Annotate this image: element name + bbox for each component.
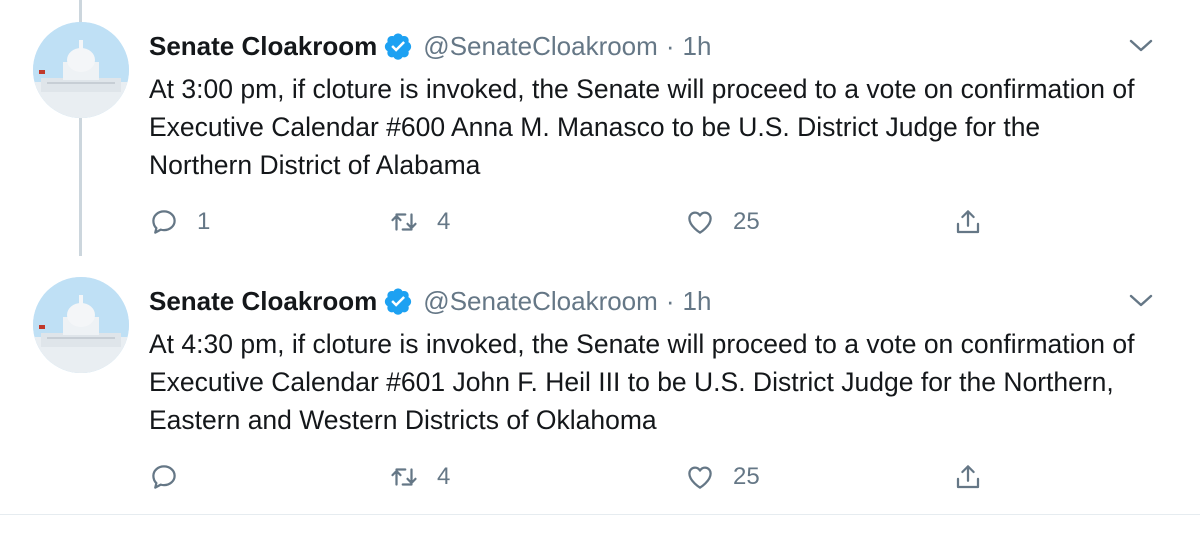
retweet-icon — [391, 468, 417, 486]
tweet-text: At 3:00 pm, if cloture is invoked, the S… — [149, 74, 1135, 180]
heart-icon — [688, 466, 712, 489]
user-handle[interactable]: @SenateCloakroom — [423, 31, 658, 62]
divider — [0, 514, 1200, 515]
like-button[interactable]: 25 — [685, 457, 760, 497]
tweet-header: Senate Cloakroom @SenateCloakroom · 1h — [149, 281, 711, 321]
retweet-button[interactable]: 4 — [389, 457, 450, 497]
like-count: 25 — [733, 463, 760, 490]
capitol-building-image — [33, 22, 129, 118]
tweet-actions: 1 4 25 — [149, 202, 1049, 242]
reply-icon — [152, 210, 176, 234]
like-count: 25 — [733, 208, 760, 235]
retweet-count: 4 — [437, 208, 451, 235]
reply-button[interactable]: 1 — [149, 202, 210, 242]
reply-count: 1 — [197, 208, 211, 235]
capitol-building-image — [33, 277, 129, 373]
share-button[interactable] — [953, 457, 983, 497]
share-button[interactable] — [953, 202, 983, 242]
tweet-header: Senate Cloakroom @SenateCloakroom · 1h — [149, 26, 711, 66]
verified-badge-icon — [383, 286, 413, 316]
retweet-count: 4 — [437, 463, 451, 490]
reply-icon — [152, 465, 176, 489]
tweet-text: At 4:30 pm, if cloture is invoked, the S… — [149, 329, 1135, 435]
retweet-icon — [391, 213, 417, 231]
avatar[interactable] — [33, 22, 129, 118]
display-name[interactable]: Senate Cloakroom — [149, 286, 377, 317]
share-icon — [956, 465, 980, 489]
like-button[interactable]: 25 — [685, 202, 760, 242]
user-handle[interactable]: @SenateCloakroom — [423, 286, 658, 317]
reply-button[interactable] — [149, 457, 197, 497]
timestamp[interactable]: 1h — [682, 286, 711, 317]
separator-dot: · — [665, 30, 675, 61]
tweet-actions: 4 25 — [149, 457, 1049, 497]
avatar[interactable] — [33, 277, 129, 373]
separator-dot: · — [665, 285, 675, 316]
share-icon — [956, 210, 980, 234]
timestamp[interactable]: 1h — [682, 31, 711, 62]
verified-badge-icon — [383, 31, 413, 61]
chevron-down-icon[interactable] — [1126, 34, 1156, 58]
heart-icon — [688, 211, 712, 234]
chevron-down-icon[interactable] — [1126, 289, 1156, 313]
retweet-button[interactable]: 4 — [389, 202, 450, 242]
display-name[interactable]: Senate Cloakroom — [149, 31, 377, 62]
